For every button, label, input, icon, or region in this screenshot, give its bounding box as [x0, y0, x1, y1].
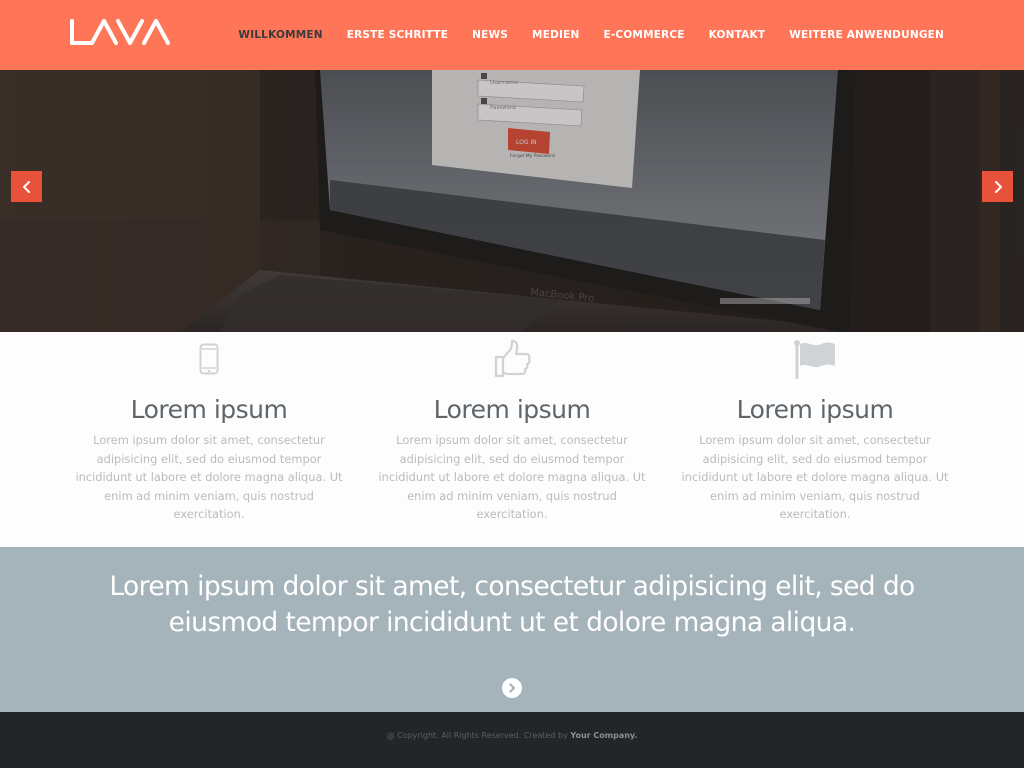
feature-text: Lorem ipsum dolor sit amet, consectetur … [681, 433, 949, 521]
feature-title: Lorem ipsum [130, 395, 288, 424]
site-footer: @ Copyright. All Rights Reserved. Create… [0, 712, 1024, 768]
quote-text: Lorem ipsum dolor sit amet, consectetur … [109, 571, 915, 638]
nav-item-kontakt[interactable]: KONTAKT [709, 29, 766, 41]
features-section: Lorem ipsum Lorem ipsum dolor sit amet, … [0, 332, 1024, 547]
feature-column: Lorem ipsum Lorem ipsum dolor sit amet, … [372, 332, 652, 524]
scroll-next-button[interactable] [502, 678, 522, 698]
feature-title: Lorem ipsum [433, 395, 591, 424]
copyright-line: @ Copyright. All Rights Reserved. Create… [0, 731, 1024, 740]
feature-column: Lorem ipsum Lorem ipsum dolor sit amet, … [675, 332, 955, 524]
site-header: WILLKOMMEN ERSTE SCHRITTE NEWS MEDIEN E-… [0, 0, 1024, 70]
company-link[interactable]: Your Company. [570, 731, 637, 740]
nav-item-erste-schritte[interactable]: ERSTE SCHRITTE [347, 29, 448, 41]
feature-column: Lorem ipsum Lorem ipsum dolor sit amet, … [69, 332, 349, 524]
feature-title: Lorem ipsum [736, 395, 894, 424]
nav-item-e-commerce[interactable]: E-COMMERCE [603, 29, 684, 41]
lava-logo[interactable] [68, 18, 172, 46]
copyright-text: @ Copyright. All Rights Reserved. Create… [386, 731, 568, 740]
quote-section: Lorem ipsum dolor sit amet, consectetur … [0, 547, 1024, 712]
main-nav: WILLKOMMEN ERSTE SCHRITTE NEWS MEDIEN E-… [238, 0, 944, 70]
flag-icon [794, 340, 835, 379]
slider-next-button[interactable] [982, 171, 1013, 202]
feature-text: Lorem ipsum dolor sit amet, consectetur … [75, 433, 343, 521]
feature-text: Lorem ipsum dolor sit amet, consectetur … [378, 433, 646, 521]
nav-item-weitere-anwendungen[interactable]: WEITERE ANWENDUNGEN [789, 29, 944, 41]
chevron-left-icon [22, 180, 30, 193]
nav-item-medien[interactable]: MEDIEN [532, 29, 579, 41]
hero-slider: Username Password LOG IN Forgot My Passw… [0, 70, 1024, 332]
nav-item-news[interactable]: NEWS [472, 29, 508, 41]
nav-item-willkommen[interactable]: WILLKOMMEN [238, 29, 322, 41]
slider-prev-button[interactable] [11, 171, 42, 202]
hero-overlay [0, 70, 1024, 332]
chevron-right-icon [994, 180, 1002, 193]
thumbs-up-icon [494, 339, 531, 378]
circle-chevron-right-icon [509, 683, 516, 693]
mobile-phone-icon [199, 343, 219, 375]
